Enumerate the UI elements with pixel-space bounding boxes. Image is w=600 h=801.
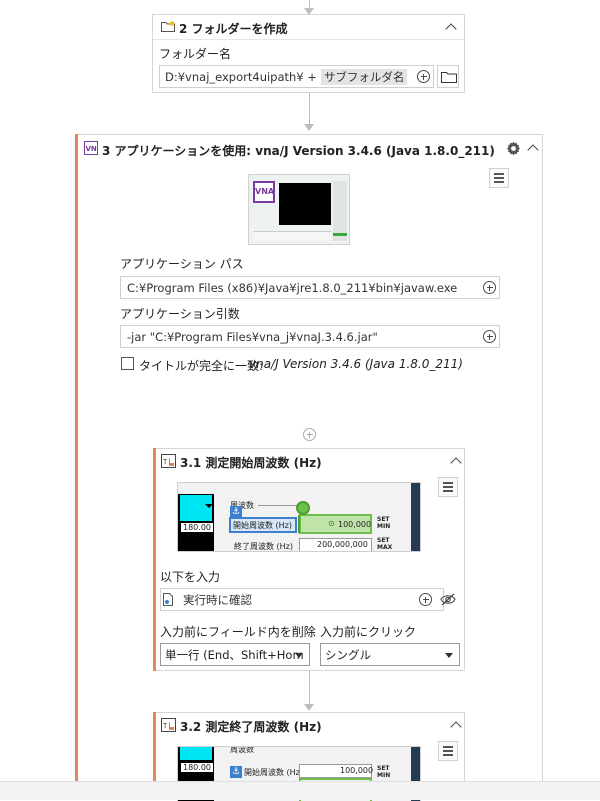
preview-set-label: SET [377, 516, 390, 523]
element-preview: 180.00 周波数 開始周波数 (Hz) ⚓ 100,000 ⊙ SET MI… [177, 482, 421, 552]
folder-name-field[interactable]: D:¥vnaj_export4uipath¥ + サブフォルダ名 [159, 65, 434, 88]
app-args-field[interactable]: -jar "C:¥Program Files¥vna_j¥vnaJ.3.4.6.… [120, 325, 500, 348]
preview-left-value: 180.00 [181, 763, 213, 772]
preview-start-label: 開始周波数 (Hz) [244, 768, 303, 777]
step-create-folder[interactable]: 2 フォルダーを作成 フォルダー名 D:¥vnaj_export4uipath¥… [152, 14, 465, 93]
app-logo: VNA [253, 181, 275, 203]
browse-folder-icon [441, 71, 457, 86]
step-header[interactable]: VNA 3 アプリケーションを使用: vna/J Version 3.4.6 (… [76, 135, 542, 161]
preview-start-value: 100,000 [338, 520, 372, 529]
chevron-down-icon [445, 653, 453, 658]
menu-icon[interactable] [438, 477, 458, 497]
preview-connector [298, 515, 300, 533]
eye-off-icon[interactable] [440, 593, 456, 609]
plus-circle-icon[interactable] [483, 330, 496, 343]
clear-before-typing-select[interactable]: 単一行 (End、Shift+Hom [160, 643, 310, 666]
preview-set-label-2: SET [377, 537, 390, 544]
flow-connector [309, 93, 310, 126]
exact-match-checkbox[interactable] [121, 357, 134, 370]
step-title: 3.2 測定終了周波数 (Hz) [180, 720, 322, 734]
flow-connector [309, 671, 310, 706]
file-lock-icon [163, 593, 174, 609]
app-path-label: アプリケーション パス [120, 257, 244, 271]
step-type-start-frequency[interactable]: T| 3.1 測定開始周波数 (Hz) 180.00 周波数 開始周波数 (Hz… [153, 448, 465, 671]
app-screenshot-side [333, 181, 347, 241]
click-before-typing-value: シングル [325, 647, 371, 662]
chevron-up-icon[interactable] [445, 23, 457, 35]
bottom-scroll-area [0, 781, 600, 800]
app-args-label: アプリケーション引数 [120, 307, 240, 321]
preview-max-label: MAX [377, 544, 393, 551]
step-title: 3 アプリケーションを使用: vna/J Version 3.4.6 (Java… [102, 144, 495, 158]
clear-before-typing-value: 単一行 (End、Shift+Hom [165, 647, 304, 662]
preview-cyan-box [180, 495, 212, 521]
step-header[interactable]: T| 3.2 測定終了周波数 (Hz) [154, 713, 464, 737]
preview-start-label: 開始周波数 (Hz) [233, 521, 292, 530]
flow-arrow [304, 704, 314, 711]
chevron-down-icon [295, 653, 303, 658]
step-header[interactable]: T| 3.1 測定開始周波数 (Hz) [154, 449, 464, 473]
app-icon: VNA [84, 141, 103, 155]
chevron-up-icon[interactable] [450, 457, 462, 469]
menu-icon[interactable] [489, 168, 509, 188]
folder-name-label: フォルダー名 [159, 47, 232, 61]
preview-target-mark: ⊙ [328, 519, 335, 528]
plus-circle-icon[interactable] [417, 70, 430, 83]
step-accent-bar [75, 134, 78, 800]
exact-match-label: タイトルが完全に一致: [139, 359, 264, 373]
click-before-typing-label: 入力前にクリック [320, 625, 417, 639]
app-args-text: -jar "C:¥Program Files¥vna_j¥vnaJ.3.4.6.… [127, 329, 378, 344]
preview-anchor-icon: ⚓ [230, 766, 242, 778]
step-title: 2 フォルダーを作成 [179, 22, 288, 36]
svg-text:VNA: VNA [86, 145, 99, 153]
folder-path-text: D:¥vnaj_export4uipath¥ + [165, 69, 317, 84]
clear-before-typing-label: 入力前にフィールド内を削除 [160, 625, 316, 639]
preview-target-handle [296, 501, 310, 515]
type-into-icon: T| [161, 454, 176, 471]
preview-group-label: 周波数 [230, 746, 254, 754]
preview-anchor-icon: ⚓ [230, 506, 242, 518]
app-screenshot-plot [279, 183, 331, 225]
preview-min-label: MIN [377, 523, 391, 530]
plus-circle-icon[interactable] [483, 281, 496, 294]
type-text-label: 以下を入力 [160, 570, 221, 584]
app-screenshot-statusbar [253, 231, 331, 240]
click-before-typing-select[interactable]: シングル [320, 643, 460, 666]
type-text-field[interactable]: 実行時に確認 [160, 588, 444, 611]
chevron-up-icon[interactable] [527, 144, 539, 156]
preview-end-label: 終了周波数 (Hz) [234, 542, 293, 551]
preview-cyan-arrow [205, 504, 213, 508]
preview-group-line [258, 505, 298, 506]
preview-min-label: MIN [377, 772, 391, 779]
folder-icon [161, 21, 175, 32]
step-header[interactable]: 2 フォルダーを作成 [153, 15, 464, 40]
step-title: 3.1 測定開始周波数 (Hz) [180, 456, 322, 470]
type-into-icon: T| [161, 718, 176, 735]
preview-set-label: SET [377, 765, 390, 772]
app-path-field[interactable]: C:¥Program Files (x86)¥Java¥jre1.8.0_211… [120, 276, 500, 299]
step-accent-bar [153, 448, 156, 671]
flow-arrow [304, 124, 314, 131]
folder-variable-token[interactable]: サブフォルダ名 [320, 68, 408, 85]
chevron-up-icon[interactable] [450, 721, 462, 733]
app-screenshot: VNA [248, 174, 350, 245]
app-path-text: C:¥Program Files (x86)¥Java¥jre1.8.0_211… [127, 280, 458, 295]
preview-left-value: 180.00 [181, 523, 213, 532]
preview-end-value: 200,000,000 [317, 540, 368, 549]
app-screenshot-bar [333, 233, 347, 236]
browse-folder-button[interactable] [437, 65, 459, 88]
type-text-value: 実行時に確認 [183, 592, 252, 607]
plus-circle-icon[interactable] [419, 593, 432, 606]
settings-gear-icon[interactable] [506, 141, 521, 159]
menu-icon[interactable] [438, 741, 458, 761]
preview-cyan-box [180, 747, 212, 760]
add-activity-plus-icon[interactable] [303, 428, 316, 441]
preview-start-value: 100,000 [340, 766, 374, 775]
exact-match-value: vna/J Version 3.4.6 (Java 1.8.0_211) [249, 357, 463, 371]
preview-scroll [411, 483, 420, 551]
